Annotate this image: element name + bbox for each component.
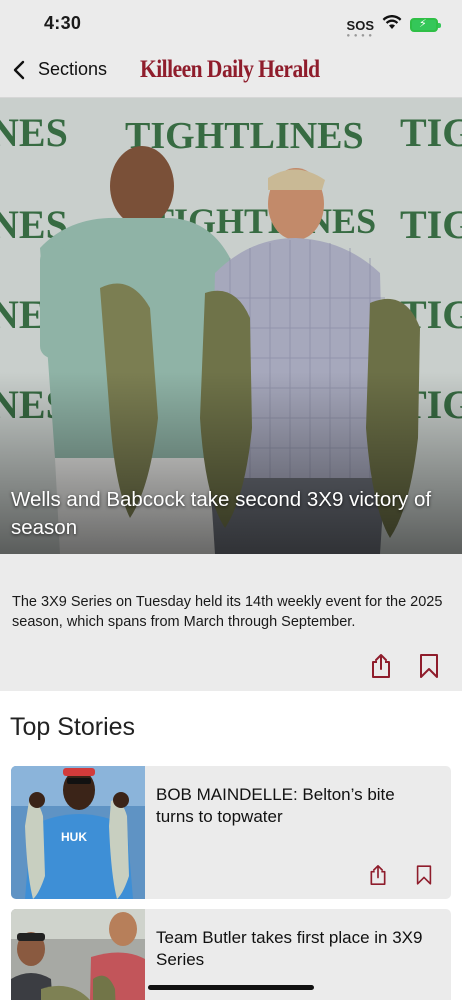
hero-summary: The 3X9 Series on Tuesday held its 14th … [12,594,443,630]
bookmark-icon [416,865,432,885]
status-bar: 4:30 SOS ● ● ● ● ⚡ [0,0,462,50]
share-icon [370,864,386,885]
sos-indicator: SOS ● ● ● ● [346,17,374,39]
battery-charging-icon: ⚡ [410,18,441,32]
story-thumbnail [11,909,145,1000]
story-title[interactable]: Team Butler takes first place in 3X9 Ser… [156,927,429,971]
bookmark-button[interactable] [411,861,437,889]
hero-summary-section: The 3X9 Series on Tuesday held its 14th … [0,554,462,691]
wifi-icon [382,14,402,35]
section-heading: Top Stories [10,713,136,741]
share-icon [372,654,390,678]
status-time: 4:30 [44,13,82,33]
share-button[interactable] [368,652,394,680]
svg-text:HUK: HUK [61,830,87,844]
home-indicator [148,985,314,990]
share-button[interactable] [365,861,391,889]
hero-story[interactable]: NES TIGHTLINES TIG NES TIGHTLINES TIG NE… [0,98,462,554]
nav-bar: Sections Killeen Daily Herald [0,50,462,98]
site-logo[interactable]: Killeen Daily Herald [140,56,320,84]
bookmark-button[interactable] [416,652,442,680]
story-title[interactable]: BOB MAINDELLE: Belton’s bite turns to to… [156,784,429,828]
story-card[interactable]: HUK BOB MAINDELLE: Belton’s bite turns t… [11,766,451,899]
story-thumbnail: HUK [11,766,145,899]
bookmark-icon [420,654,438,678]
hero-title[interactable]: Wells and Babcock take second 3X9 victor… [11,486,448,542]
status-icons: SOS ● ● ● ● ⚡ [346,14,441,39]
back-button[interactable]: Sections [12,59,107,80]
back-label: Sections [38,59,108,79]
hero-actions [368,652,442,680]
sos-label: SOS [346,17,374,33]
story-actions [365,861,437,889]
chevron-left-icon [13,60,25,79]
top-stories-section: Top Stories HUK BOB MAINDELLE: Belton’s … [0,691,462,1000]
